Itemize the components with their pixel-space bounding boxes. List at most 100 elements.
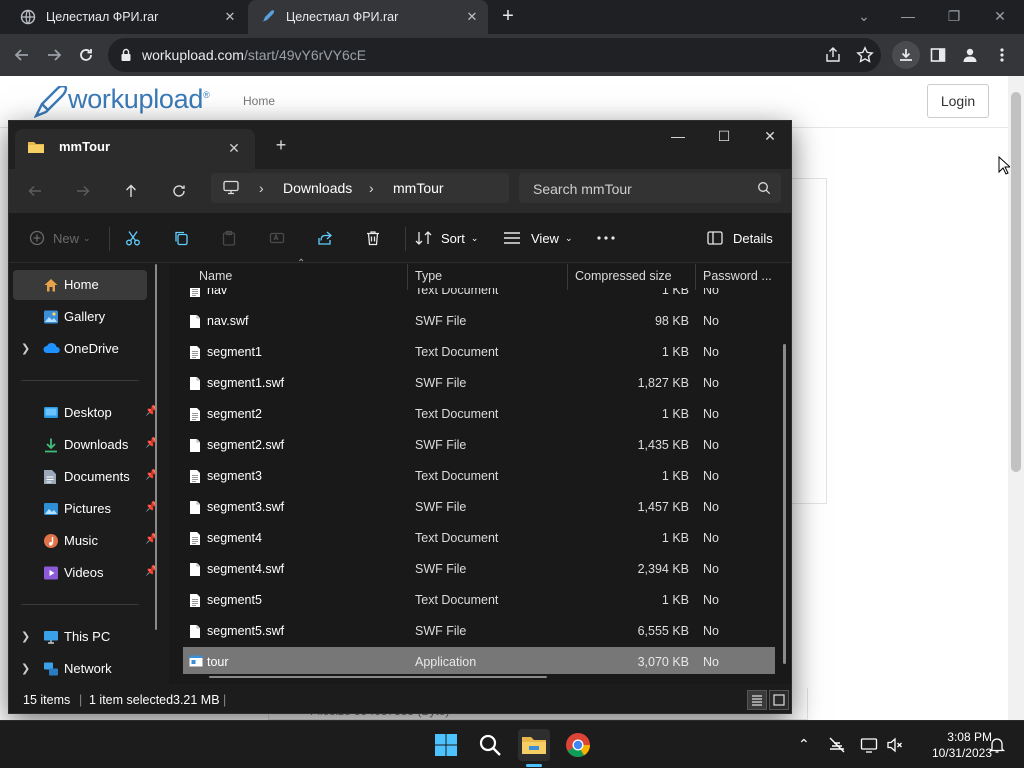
browser-tab-1[interactable]: Целестиал ФРИ.rar ✕ (8, 0, 246, 34)
chevron-right-icon[interactable]: ❯ (21, 662, 30, 675)
pin-icon[interactable]: 📌 (145, 534, 157, 546)
minimize-button[interactable]: — (886, 2, 930, 30)
rename-icon[interactable] (269, 224, 285, 252)
column-header-name[interactable]: Name (199, 269, 232, 283)
windows-start-icon[interactable] (430, 729, 462, 761)
column-divider[interactable] (567, 264, 568, 290)
view-button[interactable]: View ⌄ (503, 224, 573, 252)
share-icon[interactable] (317, 224, 333, 252)
nav-item-documents[interactable]: Documents 📌 (9, 462, 159, 492)
nav-item-onedrive[interactable]: ❯ OneDrive (9, 334, 159, 364)
system-clock[interactable]: 3:08 PM 10/31/2023 (914, 729, 992, 761)
column-header-password[interactable]: Password ... (703, 269, 772, 283)
chrome-icon[interactable] (562, 729, 594, 761)
paste-icon[interactable] (221, 224, 237, 252)
new-tab-button[interactable]: + (496, 6, 520, 28)
bookmark-star-icon[interactable] (856, 46, 874, 64)
file-list-scrollbar[interactable] (783, 344, 786, 664)
back-button[interactable] (21, 177, 49, 205)
file-row[interactable]: segment1 Text Document 1 KB No (183, 337, 775, 368)
up-button[interactable] (117, 177, 145, 205)
side-panel-icon[interactable] (924, 41, 952, 69)
share-icon[interactable] (824, 46, 842, 64)
nav-home-link[interactable]: Home (243, 94, 275, 108)
refresh-button[interactable] (165, 177, 193, 205)
workupload-logo-icon[interactable] (34, 86, 68, 118)
tiles-view-icon[interactable] (769, 690, 789, 710)
new-tab-button[interactable]: + (267, 131, 295, 159)
breadcrumb-mmtour[interactable]: mmTour (393, 180, 444, 196)
sort-button[interactable]: Sort ⌄ (415, 224, 478, 252)
login-button[interactable]: Login (927, 84, 989, 118)
browser-tab-2-active[interactable]: Целестиал ФРИ.rar ✕ (248, 0, 488, 34)
notification-bell-icon[interactable] (988, 736, 1006, 754)
chevron-down-icon[interactable]: ⌄ (842, 2, 886, 30)
chevron-right-icon[interactable]: ❯ (21, 630, 30, 643)
delete-icon[interactable] (365, 224, 381, 252)
explorer-tab[interactable]: mmTour ✕ (15, 129, 255, 169)
download-icon[interactable] (892, 41, 920, 69)
lock-icon[interactable] (120, 48, 132, 62)
column-header-type[interactable]: Type (415, 269, 442, 283)
more-options-icon[interactable] (597, 224, 615, 252)
forward-button[interactable] (40, 41, 68, 69)
file-row[interactable]: segment2 Text Document 1 KB No (183, 399, 775, 430)
nav-item-this-pc[interactable]: ❯ This PC (9, 622, 159, 652)
file-row[interactable]: segment5.swf SWF File 6,555 KB No (183, 616, 775, 647)
details-view-icon[interactable] (747, 690, 767, 710)
pin-icon[interactable]: 📌 (145, 470, 157, 482)
file-list-hscrollbar[interactable] (209, 676, 547, 678)
file-row[interactable]: segment3 Text Document 1 KB No (183, 461, 775, 492)
details-button[interactable]: Details (707, 224, 773, 252)
close-tab-icon[interactable]: ✕ (464, 9, 480, 25)
nav-item-music[interactable]: Music 📌 (9, 526, 159, 556)
close-tab-icon[interactable]: ✕ (221, 135, 247, 161)
close-window-button[interactable]: ✕ (978, 2, 1022, 30)
nav-item-network[interactable]: ❯ Network (9, 654, 159, 684)
chevron-up-icon[interactable]: ⌃ (798, 736, 816, 754)
nav-pane-scrollbar[interactable] (155, 264, 157, 630)
new-button[interactable]: New ⌄ (29, 224, 91, 252)
cut-icon[interactable] (125, 224, 141, 252)
restore-button[interactable]: ❐ (932, 2, 976, 30)
reload-button[interactable] (72, 41, 100, 69)
pin-icon[interactable]: 📌 (145, 438, 157, 450)
search-icon[interactable] (757, 181, 771, 195)
column-divider[interactable] (407, 264, 408, 290)
pin-icon[interactable]: 📌 (145, 566, 157, 578)
display-icon[interactable] (860, 736, 878, 754)
pin-icon[interactable]: 📌 (145, 406, 157, 418)
file-row[interactable]: nav.swf SWF File 98 KB No (183, 306, 775, 337)
page-scroll-thumb[interactable] (1011, 92, 1021, 472)
file-row[interactable]: segment2.swf SWF File 1,435 KB No (183, 430, 775, 461)
maximize-button[interactable]: ☐ (701, 121, 747, 151)
nav-item-home[interactable]: Home (13, 270, 147, 300)
file-row[interactable]: segment5 Text Document 1 KB No (183, 585, 775, 616)
nav-item-videos[interactable]: Videos 📌 (9, 558, 159, 588)
address-bar[interactable]: workupload.com/start/49vY6rVY6cE (108, 38, 881, 72)
computer-icon[interactable] (223, 180, 239, 195)
close-tab-icon[interactable]: ✕ (222, 9, 238, 25)
file-row[interactable]: segment4.swf SWF File 2,394 KB No (183, 554, 775, 585)
pin-icon[interactable]: 📌 (145, 502, 157, 514)
column-header-compressed-size[interactable]: Compressed size (575, 269, 672, 283)
file-row[interactable]: segment1.swf SWF File 1,827 KB No (183, 368, 775, 399)
network-disconnected-icon[interactable] (828, 736, 846, 754)
close-window-button[interactable]: ✕ (747, 121, 791, 151)
file-explorer-taskbar-icon[interactable] (518, 729, 550, 761)
file-row[interactable]: segment3.swf SWF File 1,457 KB No (183, 492, 775, 523)
chevron-right-icon[interactable]: ❯ (21, 342, 30, 355)
profile-icon[interactable] (956, 41, 984, 69)
chrome-menu-icon[interactable] (988, 41, 1016, 69)
forward-button[interactable] (69, 177, 97, 205)
volume-muted-icon[interactable] (886, 736, 904, 754)
file-row[interactable]: segment4 Text Document 1 KB No (183, 523, 775, 554)
breadcrumb[interactable]: › Downloads › mmTour (211, 173, 509, 203)
copy-icon[interactable] (173, 224, 189, 252)
back-button[interactable] (8, 41, 36, 69)
breadcrumb-downloads[interactable]: Downloads (283, 180, 352, 196)
file-row[interactable]: tour Application 3,070 KB No (183, 647, 775, 674)
nav-item-pictures[interactable]: Pictures 📌 (9, 494, 159, 524)
file-row[interactable]: nav Text Document 1 KB No (183, 288, 775, 306)
nav-item-desktop[interactable]: Desktop 📌 (9, 398, 159, 428)
